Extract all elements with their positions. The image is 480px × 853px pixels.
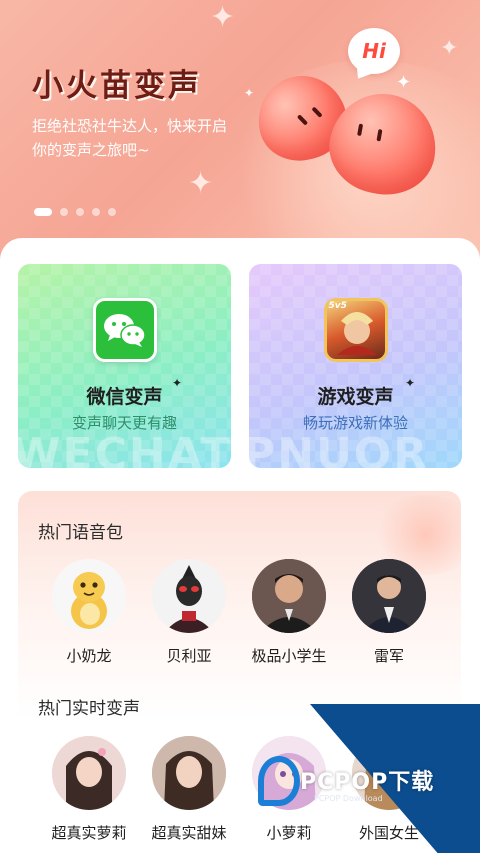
hi-bubble-text: Hi xyxy=(362,39,386,63)
card-title: 微信变声 xyxy=(86,386,163,408)
voice-pack-item[interactable]: 小奶龙 xyxy=(39,559,139,666)
card-title: 游戏变声 xyxy=(317,386,394,408)
ultraman-avatar xyxy=(152,559,226,633)
game-voice-change-card[interactable]: PNUOR 5v5 ✦ 游戏变声 畅玩游戏新体验 xyxy=(249,264,462,468)
card-subtitle: 变声聊天更有趣 xyxy=(71,414,177,432)
voice-pack-item[interactable]: 雷军 xyxy=(339,559,439,666)
hi-bubble-icon: Hi xyxy=(348,28,400,74)
pagination-dot[interactable] xyxy=(60,208,68,216)
watermark-badge-text: PCPOP下载 xyxy=(300,770,435,795)
voice-pack-label: 贝利亚 xyxy=(166,647,212,665)
realtime-voice-item[interactable]: 超真实甜妹 xyxy=(139,736,239,843)
pagination-dot[interactable] xyxy=(108,208,116,216)
hot-realtime-title: 热门实时变声 xyxy=(38,699,140,719)
pcpop-logo-icon xyxy=(258,756,300,806)
pagination-dot[interactable] xyxy=(92,208,100,216)
sparkle-icon: ✦ xyxy=(440,36,459,61)
top-banner[interactable]: ✦ ✦ ✦ ✦ ✦ 小火苗变声 拒绝社恐社牛达人，快来开启你的变声之旅吧~ Hi xyxy=(0,0,480,260)
woman-avatar xyxy=(152,736,226,810)
sparkle-icon: ✦ xyxy=(396,72,412,93)
eye-icon xyxy=(296,114,309,126)
wechat-icon xyxy=(92,298,157,362)
eye-icon xyxy=(357,123,364,137)
pagination-dot[interactable] xyxy=(76,208,84,216)
banner-title: 小火苗变声 xyxy=(32,68,202,104)
sparkle-icon: ✦ xyxy=(244,86,255,100)
card-watermark: PNUOR xyxy=(249,429,430,468)
card-subtitle: 畅玩游戏新体验 xyxy=(302,414,408,432)
kid-avatar xyxy=(252,559,326,633)
realtime-voice-label: 超真实甜妹 xyxy=(151,824,227,842)
card-watermark: WECHAT xyxy=(18,429,231,468)
dragon-avatar xyxy=(52,559,126,633)
voice-pack-label: 雷军 xyxy=(373,647,404,665)
voice-pack-label: 极品小学生 xyxy=(251,647,327,665)
game-icon: 5v5 xyxy=(323,298,388,362)
game-icon-badge: 5v5 xyxy=(328,301,347,311)
man-avatar xyxy=(352,559,426,633)
voice-pack-label: 小奶龙 xyxy=(66,647,112,665)
watermark-badge-subtext: PCPOP Download xyxy=(314,794,383,803)
girl-avatar xyxy=(52,736,126,810)
wechat-voice-change-card[interactable]: WECHAT ✦ 微信变声 变声聊天更有趣 xyxy=(18,264,231,468)
voice-pack-item[interactable]: 极品小学生 xyxy=(239,559,339,666)
eye-icon xyxy=(376,128,383,142)
voice-pack-item[interactable]: 贝利亚 xyxy=(139,559,239,666)
realtime-voice-label: 小萝莉 xyxy=(266,824,312,842)
realtime-voice-label: 超真实萝莉 xyxy=(51,824,127,842)
pagination-dot[interactable] xyxy=(34,208,52,216)
hot-voice-packs-title: 热门语音包 xyxy=(38,523,123,543)
sparkle-icon: ✦ xyxy=(188,166,214,201)
eye-icon xyxy=(311,106,323,118)
sparkle-icon: ✦ xyxy=(210,0,236,35)
realtime-voice-item[interactable]: 超真实萝莉 xyxy=(39,736,139,843)
banner-subtitle: 拒绝社恐社牛达人，快来开启你的变声之旅吧~ xyxy=(32,117,228,159)
banner-pagination[interactable] xyxy=(34,208,116,216)
